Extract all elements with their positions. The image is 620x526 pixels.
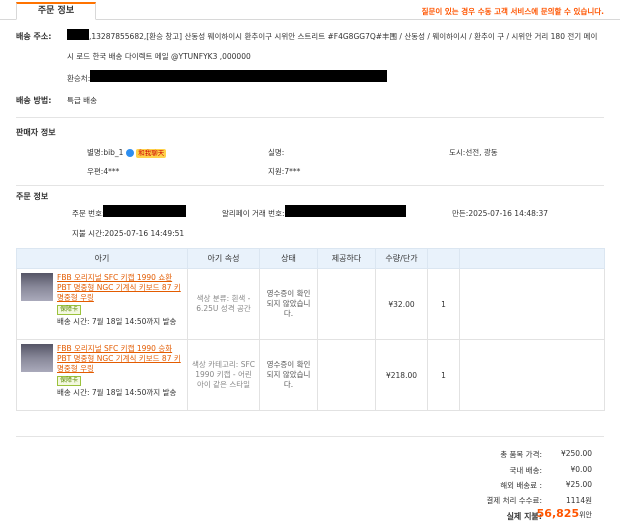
- col-status: 상태: [259, 248, 318, 269]
- address-line-2: 시 로드 한국 배송 다이렉트 메일 @YTUNFYK3 ,000000: [67, 52, 251, 61]
- recipient-label: 환승처:: [67, 74, 91, 83]
- paid-unit: 위안: [579, 511, 592, 519]
- product-thumbnail[interactable]: [21, 344, 53, 372]
- created-time: 만든:2025-07-16 14:48:37: [452, 209, 548, 218]
- item-extra: [459, 339, 605, 411]
- overseas-shipping-label: 해외 배송료 :: [500, 481, 542, 490]
- domestic-shipping-label: 국내 배송:: [509, 466, 542, 475]
- redacted-order-number: [103, 205, 186, 217]
- item-status: 영수증이 확인되지 않았습니다.: [259, 339, 318, 411]
- ship-time: 배송 시간: 7월 18일 14:50까지 발송: [57, 388, 177, 397]
- item-offer: [317, 268, 376, 340]
- item-price: ¥218.00: [375, 339, 428, 411]
- seller-city: 도시:선전, 광동: [449, 148, 498, 157]
- seller-staff: 지원:7***: [268, 167, 301, 176]
- order-number-label: 주문 번호:: [72, 209, 105, 218]
- ship-time: 배송 시간: 7월 18일 14:50까지 발송: [57, 317, 177, 326]
- address-line-1: ,13287855682,[환승 창고] 산동성 웨이하이시 환추이구 시위안 …: [89, 32, 598, 41]
- item-status: 영수증이 확인되지 않았습니다.: [259, 268, 318, 340]
- guarantee-badge: 保障卡: [57, 305, 82, 315]
- divider: [16, 436, 604, 437]
- alipay-label: 알리페이 거래 번호:: [222, 209, 285, 218]
- address-label: 배송 주소:: [16, 32, 52, 41]
- order-section-title: 주문 정보: [16, 192, 49, 201]
- paid-value: 56,825: [536, 507, 580, 520]
- paid-time: 지불 시간:2025-07-16 14:49:51: [72, 229, 185, 238]
- items-table: 아기 아기 속성 상태 제공하다 수량/단가 FBB 오리지널 SFC 키캡 1…: [16, 248, 605, 411]
- tab-bar: 주문 정보 질문이 있는 경우 수동 고객 서비스에 문의할 수 있습니다.: [0, 0, 620, 20]
- item-qty: 1: [427, 339, 460, 411]
- col-extra: [459, 248, 605, 269]
- item-qty: 1: [427, 268, 460, 340]
- col-item: 아기: [16, 248, 188, 269]
- fee-value: 1114원: [566, 496, 592, 505]
- table-row: FBB 오리지널 SFC 키캡 1990 승화 PBT 명중형 NGC 기계식 …: [16, 339, 605, 411]
- total-price-value: ¥250.00: [560, 449, 592, 458]
- overseas-shipping-value: ¥25.00: [565, 480, 592, 489]
- total-price-label: 총 품목 가격:: [500, 450, 542, 459]
- item-cell: FBB 오리지널 SFC 키캡 1990 승화 PBT 명중형 NGC 기계식 …: [16, 339, 188, 411]
- item-attr: 색상 분류: 흰색 - 6.25U 성격 공간: [187, 268, 260, 340]
- shipping-method-value: 특급 배송: [67, 96, 97, 105]
- col-offer: 제공하다: [317, 248, 376, 269]
- fee-label: 결제 처리 수수료:: [486, 496, 542, 505]
- redacted-name: [67, 29, 89, 40]
- seller-realname: 실명:: [268, 148, 285, 157]
- item-offer: [317, 339, 376, 411]
- domestic-shipping-value: ¥0.00: [570, 465, 592, 474]
- paid-amount: 56,825위안: [537, 507, 592, 520]
- table-header: 아기 아기 속성 상태 제공하다 수량/단가: [16, 248, 605, 269]
- table-row: FBB 오리지널 SFC 키캡 1990 쇼환 PBT 명중형 NGC 기계식 …: [16, 268, 605, 340]
- shipping-method-label: 배송 방법:: [16, 96, 52, 105]
- col-attr: 아기 속성: [187, 248, 260, 269]
- product-thumbnail[interactable]: [21, 273, 53, 301]
- item-cell: FBB 오리지널 SFC 키캡 1990 쇼환 PBT 명중형 NGC 기계식 …: [16, 268, 188, 340]
- seller-nickname-text: 별명:bib_1: [87, 148, 124, 157]
- col-qty-price: 수량/단가: [375, 248, 428, 269]
- customer-service-notice: 질문이 있는 경우 수동 고객 서비스에 문의할 수 있습니다.: [421, 7, 604, 16]
- seller-section-title: 판매자 정보: [16, 128, 56, 137]
- item-attr: 색상 카테고리: SFC 1990 키캡 - 어린아이 같은 스타일: [187, 339, 260, 411]
- redacted-alipay-number: [285, 205, 406, 217]
- product-link[interactable]: FBB 오리지널 SFC 키캡 1990 승화 PBT 명중형 NGC 기계식 …: [57, 344, 183, 374]
- redacted-recipient: [90, 70, 387, 82]
- chat-badge[interactable]: 和我聊天: [136, 148, 167, 158]
- item-price: ¥32.00: [375, 268, 428, 340]
- seller-nickname: 별명:bib_1 和我聊天: [87, 147, 167, 158]
- divider: [16, 185, 604, 186]
- tab-order-info[interactable]: 주문 정보: [16, 2, 96, 20]
- seller-postcode: 우편:4***: [87, 167, 120, 176]
- chat-icon[interactable]: [125, 149, 134, 157]
- item-extra: [459, 268, 605, 340]
- guarantee-badge: 保障卡: [57, 376, 82, 386]
- col-qty: [427, 248, 460, 269]
- divider: [16, 117, 604, 118]
- product-link[interactable]: FBB 오리지널 SFC 키캡 1990 쇼환 PBT 명중형 NGC 기계식 …: [57, 273, 183, 303]
